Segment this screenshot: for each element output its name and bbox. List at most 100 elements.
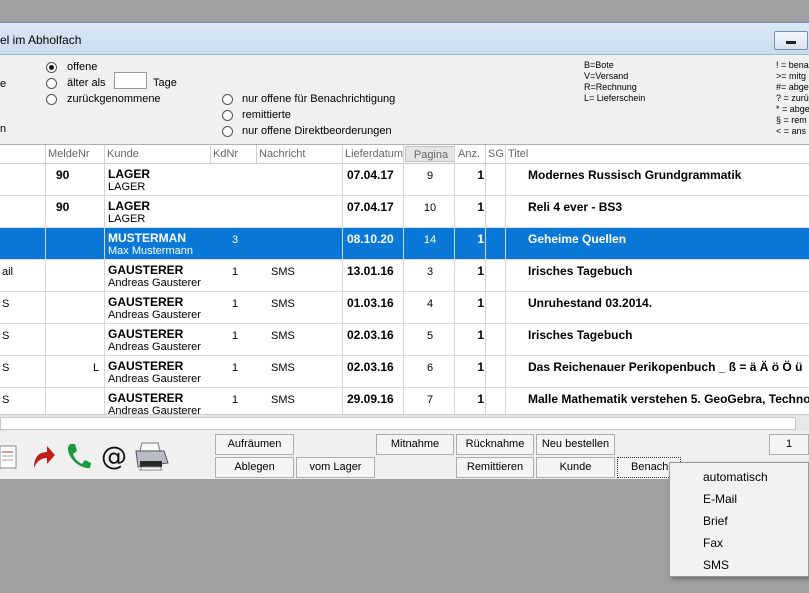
scrollbar-thumb[interactable]: [0, 417, 796, 430]
column-header-blank: [0, 145, 46, 163]
legend-symbol: * = abge: [776, 104, 809, 114]
table-row[interactable]: S GAUSTERER Andreas Gausterer 1 SMS 29.09.16 7…: [0, 388, 809, 415]
table-row[interactable]: MUSTERMAN Max Mustermann 3 08.10.20 14 1 Gehei…: [0, 228, 809, 260]
menu-item-email[interactable]: E-Mail: [703, 492, 737, 506]
cell-kdnr: 1: [232, 394, 239, 406]
cell-nachricht: SMS: [271, 362, 295, 374]
cell-kunde2: LAGER: [108, 181, 146, 193]
left-label-2: n: [0, 123, 7, 135]
cell-nachricht: SMS: [271, 394, 295, 406]
svg-text:@: @: [101, 442, 127, 471]
cell-nachricht: SMS: [271, 298, 295, 310]
printer-icon[interactable]: [134, 441, 170, 471]
cell-pagina: 10: [423, 202, 437, 214]
cell-titel: Malle Mathematik verstehen 5. GeoGebra, …: [528, 392, 809, 406]
benachrichtigung-menu: automatisch E-Mail Brief Fax SMS: [669, 462, 809, 577]
column-header-pagina[interactable]: Pagina: [405, 146, 455, 162]
grid-line: [45, 145, 46, 415]
phone-icon[interactable]: [64, 441, 92, 471]
legend-symbol: ? = zurü: [776, 93, 809, 103]
title-bar: el im Abholfach: [0, 23, 809, 55]
column-header-meldenr[interactable]: MeldeNr: [46, 145, 105, 163]
table-row[interactable]: ail GAUSTERER Andreas Gausterer 1 SMS 13.01.1…: [0, 260, 809, 292]
grid-line: [485, 145, 486, 415]
legend-symbol: < = ans: [776, 126, 807, 136]
legend-symbol: #= abge: [776, 82, 809, 92]
radio-nur-offene-benachrichtigung-label: nur offene für Benachrichtigung: [242, 93, 396, 105]
cell-kunde2: Andreas Gausterer: [108, 309, 201, 321]
column-header-lieferdatum[interactable]: Lieferdatum: [343, 145, 404, 163]
tage-label: Tage: [153, 77, 177, 89]
table-row[interactable]: S L GAUSTERER Andreas Gausterer 1 SMS 02.03.16…: [0, 356, 809, 388]
menu-item-fax[interactable]: Fax: [703, 536, 723, 550]
cell-anz: 1: [477, 200, 484, 214]
cell-anz: 1: [477, 392, 484, 406]
cell-datum: 01.03.16: [347, 296, 394, 310]
table-row[interactable]: S GAUSTERER Andreas Gausterer 1 SMS 01.03.16 4…: [0, 292, 809, 324]
cell-pagina: 14: [423, 234, 437, 246]
pickup-window: el im Abholfach e n offene älter als Tag…: [0, 22, 809, 479]
remittieren-button[interactable]: Remittieren: [456, 457, 534, 478]
cell-titel: Das Reichenauer Perikopenbuch _ ß = ä Ä …: [528, 360, 803, 374]
cell-melde: 90: [56, 200, 70, 214]
document-icon[interactable]: [0, 444, 20, 470]
radio-aelter-als-label: älter als: [67, 77, 106, 89]
radio-aelter-als[interactable]: [46, 78, 57, 89]
cell-pagina: 9: [426, 170, 434, 182]
ruecknahme-button[interactable]: Rücknahme: [456, 434, 534, 455]
column-header-titel[interactable]: Titel: [506, 145, 809, 163]
column-header-anz[interactable]: Anz.: [456, 145, 486, 163]
grid-line: [342, 145, 343, 415]
mitnahme-button[interactable]: Mitnahme: [376, 434, 454, 455]
cell-kunde: GAUSTERER: [108, 391, 184, 405]
email-at-icon[interactable]: @: [100, 441, 128, 471]
ablegen-button[interactable]: Ablegen: [215, 457, 294, 478]
table-row[interactable]: 90 LAGER LAGER 07.04.17 10 1 Reli 4 ever - BS3: [0, 196, 809, 228]
cell-titel: Irisches Tagebuch: [528, 328, 633, 342]
table-row[interactable]: 90 LAGER LAGER 07.04.17 9 1 Modernes Russisch …: [0, 164, 809, 196]
column-header-nachricht[interactable]: Nachricht: [257, 145, 343, 163]
column-header-kdnr[interactable]: KdNr: [211, 145, 257, 163]
column-header-kunde[interactable]: Kunde: [105, 145, 211, 163]
column-header-sg[interactable]: SG: [486, 145, 506, 163]
menu-item-automatisch[interactable]: automatisch: [703, 470, 768, 484]
radio-zurueckgenommene[interactable]: [46, 94, 57, 105]
table-row[interactable]: S GAUSTERER Andreas Gausterer 1 SMS 02.03.16 5…: [0, 324, 809, 356]
neu-bestellen-button[interactable]: Neu bestellen: [536, 434, 615, 455]
aufraeumen-button[interactable]: Aufräumen: [215, 434, 294, 455]
menu-item-sms[interactable]: SMS: [703, 558, 729, 572]
cell-kunde: GAUSTERER: [108, 263, 184, 277]
vom-lager-button[interactable]: vom Lager: [296, 457, 375, 478]
cell-nachricht: SMS: [271, 266, 295, 278]
cell-pre: S: [2, 330, 10, 342]
right-button[interactable]: 1: [769, 434, 809, 455]
radio-offene[interactable]: [46, 62, 57, 73]
cell-anz: 1: [477, 168, 484, 182]
cell-datum: 13.01.16: [347, 264, 394, 278]
tage-input[interactable]: [114, 72, 147, 89]
grid-line: [505, 145, 506, 415]
forward-arrow-icon[interactable]: [30, 442, 56, 470]
radio-nur-offene-benachrichtigung[interactable]: [222, 94, 233, 105]
cell-kunde: GAUSTERER: [108, 359, 184, 373]
kunde-button[interactable]: Kunde: [536, 457, 615, 478]
legend-codes: B=Bote V=Versand R=Rechnung L= Liefersch…: [584, 60, 645, 104]
cell-titel: Reli 4 ever - BS3: [528, 200, 623, 214]
horizontal-scrollbar[interactable]: [0, 414, 809, 432]
legend-symbols: ! = bena >= mitg #= abge ? = zurü * = ab…: [776, 60, 809, 137]
menu-item-brief[interactable]: Brief: [703, 514, 728, 528]
minimize-button[interactable]: [774, 31, 808, 50]
radio-remittierte[interactable]: [222, 110, 233, 121]
legend-code: V=Versand: [584, 71, 629, 81]
cell-kunde2: Andreas Gausterer: [108, 277, 201, 289]
cell-pre: S: [2, 394, 10, 406]
cell-datum: 08.10.20: [347, 232, 394, 246]
legend-code: L= Lieferschein: [584, 93, 646, 103]
cell-datum: 02.03.16: [347, 328, 394, 342]
legend-code: B=Bote: [584, 60, 614, 70]
cell-anz: 1: [477, 264, 484, 278]
radio-nur-offene-direktbeorderungen[interactable]: [222, 126, 233, 137]
grid-line: [454, 145, 455, 415]
cell-kunde: GAUSTERER: [108, 295, 184, 309]
cell-mark: L: [93, 362, 100, 374]
